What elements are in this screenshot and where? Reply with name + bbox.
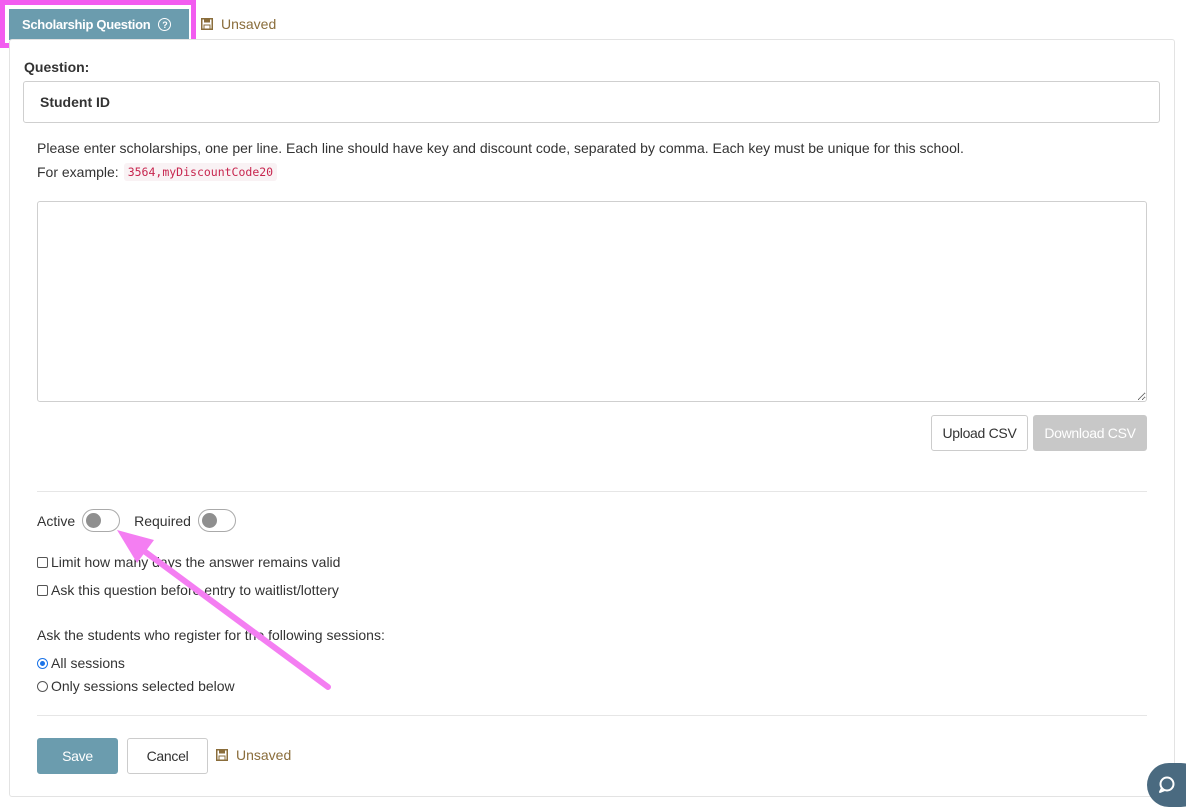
- unsaved-label: Unsaved: [221, 16, 277, 32]
- all-sessions-option[interactable]: All sessions: [37, 655, 125, 671]
- scholarship-instructions: Please enter scholarships, one per line.…: [37, 140, 964, 156]
- question-label: Question:: [24, 59, 90, 75]
- waitlist-checkbox[interactable]: [37, 584, 48, 596]
- sessions-label: Ask the students who register for the fo…: [37, 627, 385, 643]
- example-line: For example: 3564,myDiscountCode20: [37, 163, 278, 181]
- save-icon: [216, 749, 228, 761]
- required-label: Required: [134, 512, 191, 529]
- cancel-button[interactable]: Cancel: [127, 738, 208, 774]
- scholarships-textarea[interactable]: [37, 201, 1147, 402]
- limit-days-label: Limit how many days the answer remains v…: [51, 554, 341, 570]
- divider: [37, 491, 1147, 492]
- unsaved-status-top: Unsaved: [201, 16, 276, 32]
- selected-sessions-option[interactable]: Only sessions selected below: [37, 678, 235, 694]
- active-toggle-knob: [86, 513, 102, 528]
- chat-bubble-icon: [1159, 776, 1175, 793]
- question-input[interactable]: [23, 81, 1160, 123]
- selected-sessions-radio[interactable]: [37, 680, 48, 692]
- chat-widget-button[interactable]: [1147, 763, 1186, 807]
- active-label: Active: [37, 512, 76, 529]
- required-toggle[interactable]: [197, 509, 236, 532]
- example-code: 3564,myDiscountCode20: [123, 163, 278, 181]
- unsaved-label: Unsaved: [236, 747, 292, 763]
- divider: [37, 715, 1147, 716]
- unsaved-status-bottom: Unsaved: [216, 747, 291, 763]
- limit-days-checkbox[interactable]: [37, 556, 48, 568]
- download-csv-button[interactable]: Download CSV: [1033, 415, 1147, 451]
- tab-title: Scholarship Question: [22, 17, 151, 32]
- limit-days-option[interactable]: Limit how many days the answer remains v…: [37, 554, 340, 570]
- upload-csv-button[interactable]: Upload CSV: [931, 415, 1028, 451]
- example-prefix: For example:: [37, 164, 119, 180]
- help-icon[interactable]: ?: [158, 18, 172, 31]
- active-toggle[interactable]: [82, 509, 121, 532]
- save-icon: [201, 18, 213, 30]
- required-toggle-knob: [201, 513, 217, 528]
- save-button[interactable]: Save: [37, 738, 118, 774]
- selected-sessions-label: Only sessions selected below: [51, 678, 235, 694]
- all-sessions-radio[interactable]: [37, 657, 48, 669]
- waitlist-option[interactable]: Ask this question before entry to waitli…: [37, 582, 339, 598]
- waitlist-label: Ask this question before entry to waitli…: [51, 582, 339, 598]
- tab-scholarship-question[interactable]: Scholarship Question ?: [9, 9, 189, 40]
- toggle-row: Active Required: [37, 509, 236, 532]
- all-sessions-label: All sessions: [51, 655, 125, 671]
